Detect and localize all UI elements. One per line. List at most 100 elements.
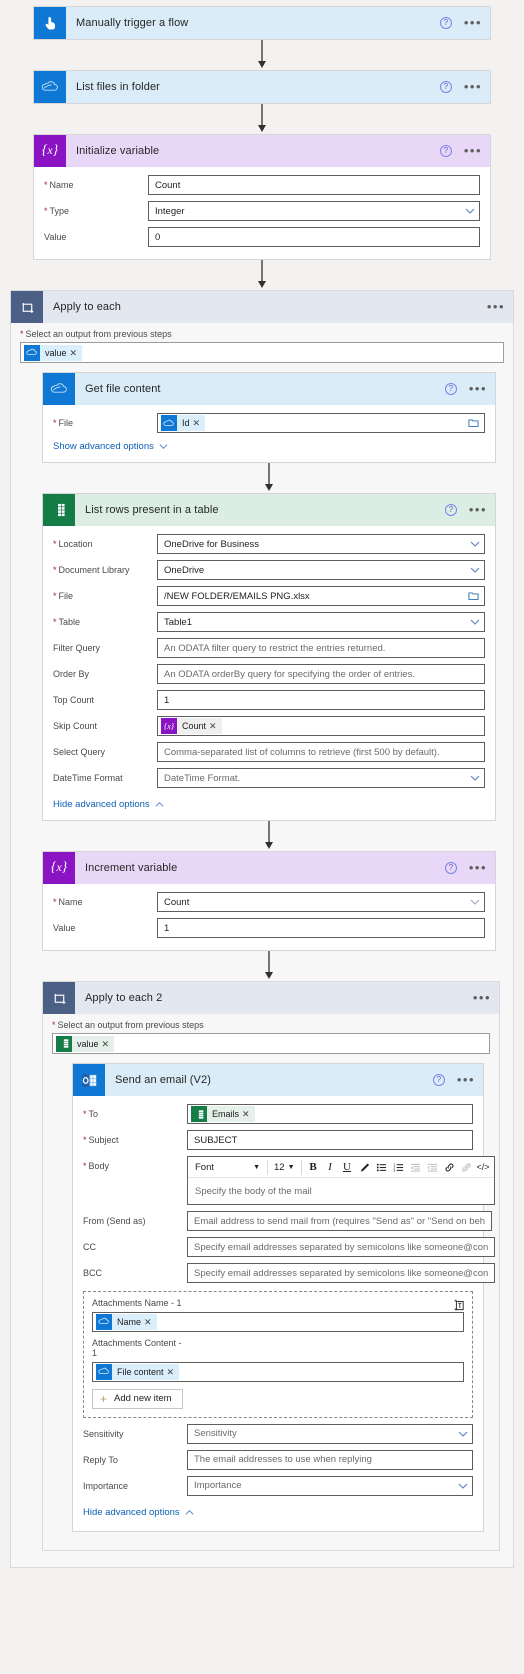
- chevron-down-icon[interactable]: [458, 1481, 468, 1490]
- token-value[interactable]: value ✕: [24, 344, 83, 361]
- value-input[interactable]: 0: [148, 227, 480, 247]
- help-icon[interactable]: ?: [432, 1074, 445, 1086]
- name-input[interactable]: Count: [148, 175, 480, 195]
- token-value[interactable]: value ✕: [56, 1035, 115, 1052]
- show-advanced-options-link[interactable]: Show advanced options: [53, 441, 168, 452]
- body-rich-text-editor[interactable]: Font ▼ 12 ▼ B I U 1 2 3 </> Specify the …: [187, 1156, 495, 1205]
- reply-to-input[interactable]: The email addresses to use when replying: [187, 1449, 473, 1470]
- bulleted-list-icon[interactable]: [373, 1159, 390, 1176]
- more-menu-icon[interactable]: •••: [457, 1073, 475, 1086]
- card-get-file-content[interactable]: Get file content ? ••• File: [42, 372, 496, 463]
- help-icon[interactable]: ?: [444, 383, 457, 395]
- chevron-down-icon[interactable]: [470, 897, 480, 906]
- font-color-icon[interactable]: [356, 1159, 373, 1176]
- remove-token-icon[interactable]: ✕: [192, 415, 206, 431]
- numbered-list-icon[interactable]: 123: [390, 1159, 407, 1176]
- help-icon[interactable]: ?: [444, 504, 457, 516]
- loop-header[interactable]: Apply to each •••: [11, 291, 513, 323]
- order-by-input[interactable]: An ODATA orderBy query for specifying th…: [157, 664, 485, 684]
- remove-token-icon[interactable]: ✕: [101, 1035, 115, 1052]
- underline-icon[interactable]: U: [339, 1159, 356, 1176]
- card-increment-variable[interactable]: {x} Increment variable ? ••• Name: [42, 851, 496, 951]
- select-query-input[interactable]: Comma-separated list of columns to retri…: [157, 742, 485, 762]
- subject-input[interactable]: SUBJECT: [187, 1130, 473, 1150]
- card-send-an-email-v2[interactable]: Send an email (V2) ? ••• * To Emails ✕ *…: [72, 1063, 496, 1532]
- help-icon[interactable]: ?: [439, 145, 452, 157]
- more-menu-icon[interactable]: •••: [469, 861, 487, 874]
- loop-select-input[interactable]: value ✕: [20, 342, 504, 363]
- card-list-rows-present-in-a-table[interactable]: List rows present in a table ? ••• Locat…: [42, 493, 496, 821]
- help-icon[interactable]: ?: [444, 862, 457, 874]
- body-text-area[interactable]: Specify the body of the mail: [188, 1178, 494, 1204]
- file-input[interactable]: /NEW FOLDER/EMAILS PNG.xlsx: [157, 586, 485, 606]
- token-count[interactable]: {x} Count ✕: [161, 718, 222, 734]
- chevron-down-icon[interactable]: [470, 565, 480, 574]
- table-dropdown[interactable]: Table1: [157, 612, 485, 632]
- card-header[interactable]: Send an email (V2) ? •••: [73, 1064, 483, 1096]
- font-size-dropdown[interactable]: 12 ▼: [271, 1162, 298, 1173]
- chevron-down-icon[interactable]: [458, 1429, 468, 1438]
- rich-text-toolbar[interactable]: Font ▼ 12 ▼ B I U 1 2 3 </>: [188, 1157, 494, 1178]
- folder-picker-icon[interactable]: [468, 590, 479, 601]
- more-menu-icon[interactable]: •••: [464, 144, 482, 157]
- more-menu-icon[interactable]: •••: [469, 382, 487, 395]
- value-input[interactable]: 1: [157, 918, 485, 938]
- font-family-dropdown[interactable]: Font ▼: [190, 1162, 264, 1173]
- link-icon[interactable]: [441, 1159, 458, 1176]
- chevron-down-icon[interactable]: [470, 617, 480, 626]
- token-id[interactable]: Id ✕: [161, 415, 206, 431]
- more-menu-icon[interactable]: •••: [473, 991, 491, 1004]
- increase-indent-icon[interactable]: [424, 1159, 441, 1176]
- type-dropdown[interactable]: Integer: [148, 201, 480, 221]
- card-initialize-variable[interactable]: {x} Initialize variable ? ••• Name Count…: [33, 134, 491, 260]
- importance-dropdown[interactable]: Importance: [187, 1475, 473, 1496]
- card-list-files-in-folder[interactable]: List files in folder ? •••: [33, 70, 491, 104]
- card-header[interactable]: {x} Increment variable ? •••: [43, 852, 495, 884]
- chevron-down-icon[interactable]: [465, 206, 475, 215]
- attachments-content-input[interactable]: File content ✕: [92, 1361, 464, 1382]
- sensitivity-dropdown[interactable]: Sensitivity: [187, 1423, 473, 1444]
- folder-picker-icon[interactable]: [468, 417, 479, 428]
- card-manually-trigger-a-flow[interactable]: Manually trigger a flow ? •••: [33, 6, 491, 40]
- hide-advanced-options-link[interactable]: Hide advanced options: [83, 1507, 194, 1518]
- cc-input[interactable]: Specify email addresses separated by sem…: [187, 1237, 496, 1257]
- more-menu-icon[interactable]: •••: [464, 16, 482, 29]
- unlink-icon[interactable]: [458, 1159, 475, 1176]
- to-input[interactable]: Emails ✕: [187, 1104, 473, 1124]
- token-name[interactable]: Name ✕: [96, 1313, 157, 1330]
- add-new-item-button[interactable]: + Add new item: [92, 1388, 183, 1409]
- remove-token-icon[interactable]: ✕: [144, 1313, 157, 1330]
- card-header[interactable]: {x} Initialize variable ? •••: [34, 135, 490, 167]
- more-menu-icon[interactable]: •••: [469, 503, 487, 516]
- card-header[interactable]: Manually trigger a flow ? •••: [34, 7, 490, 39]
- token-emails[interactable]: Emails ✕: [191, 1106, 255, 1122]
- top-count-input[interactable]: 1: [157, 690, 485, 710]
- file-input[interactable]: Id ✕: [157, 413, 485, 433]
- chevron-down-icon[interactable]: [470, 773, 480, 782]
- chevron-down-icon[interactable]: [470, 539, 480, 548]
- skip-count-input[interactable]: {x} Count ✕: [157, 716, 485, 736]
- more-menu-icon[interactable]: •••: [464, 80, 482, 93]
- bcc-input[interactable]: Specify email addresses separated by sem…: [187, 1263, 496, 1283]
- from-input[interactable]: Email address to send mail from (require…: [187, 1211, 493, 1231]
- hide-advanced-options-link[interactable]: Hide advanced options: [53, 799, 164, 810]
- loop-apply-to-each-2[interactable]: Apply to each 2 ••• Select an output fro…: [42, 981, 500, 1551]
- card-header[interactable]: List files in folder ? •••: [34, 71, 490, 103]
- remove-token-icon[interactable]: ✕: [166, 1363, 180, 1380]
- attachments-name-input[interactable]: Name ✕: [92, 1311, 464, 1332]
- remove-token-icon[interactable]: ✕: [69, 344, 83, 361]
- token-file-content[interactable]: File content ✕: [96, 1363, 180, 1380]
- decrease-indent-icon[interactable]: [407, 1159, 424, 1176]
- copy-item-icon[interactable]: [454, 1299, 465, 1314]
- bold-icon[interactable]: B: [305, 1159, 322, 1176]
- datetime-format-dropdown[interactable]: DateTime Format.: [157, 768, 485, 788]
- loop-select-input[interactable]: value ✕: [52, 1033, 490, 1054]
- help-icon[interactable]: ?: [439, 81, 452, 93]
- remove-token-icon[interactable]: ✕: [242, 1106, 255, 1122]
- name-dropdown[interactable]: Count: [157, 892, 485, 912]
- location-dropdown[interactable]: OneDrive for Business: [157, 534, 485, 554]
- italic-icon[interactable]: I: [322, 1159, 339, 1176]
- more-menu-icon[interactable]: •••: [487, 300, 505, 313]
- card-header[interactable]: Get file content ? •••: [43, 373, 495, 405]
- card-header[interactable]: List rows present in a table ? •••: [43, 494, 495, 526]
